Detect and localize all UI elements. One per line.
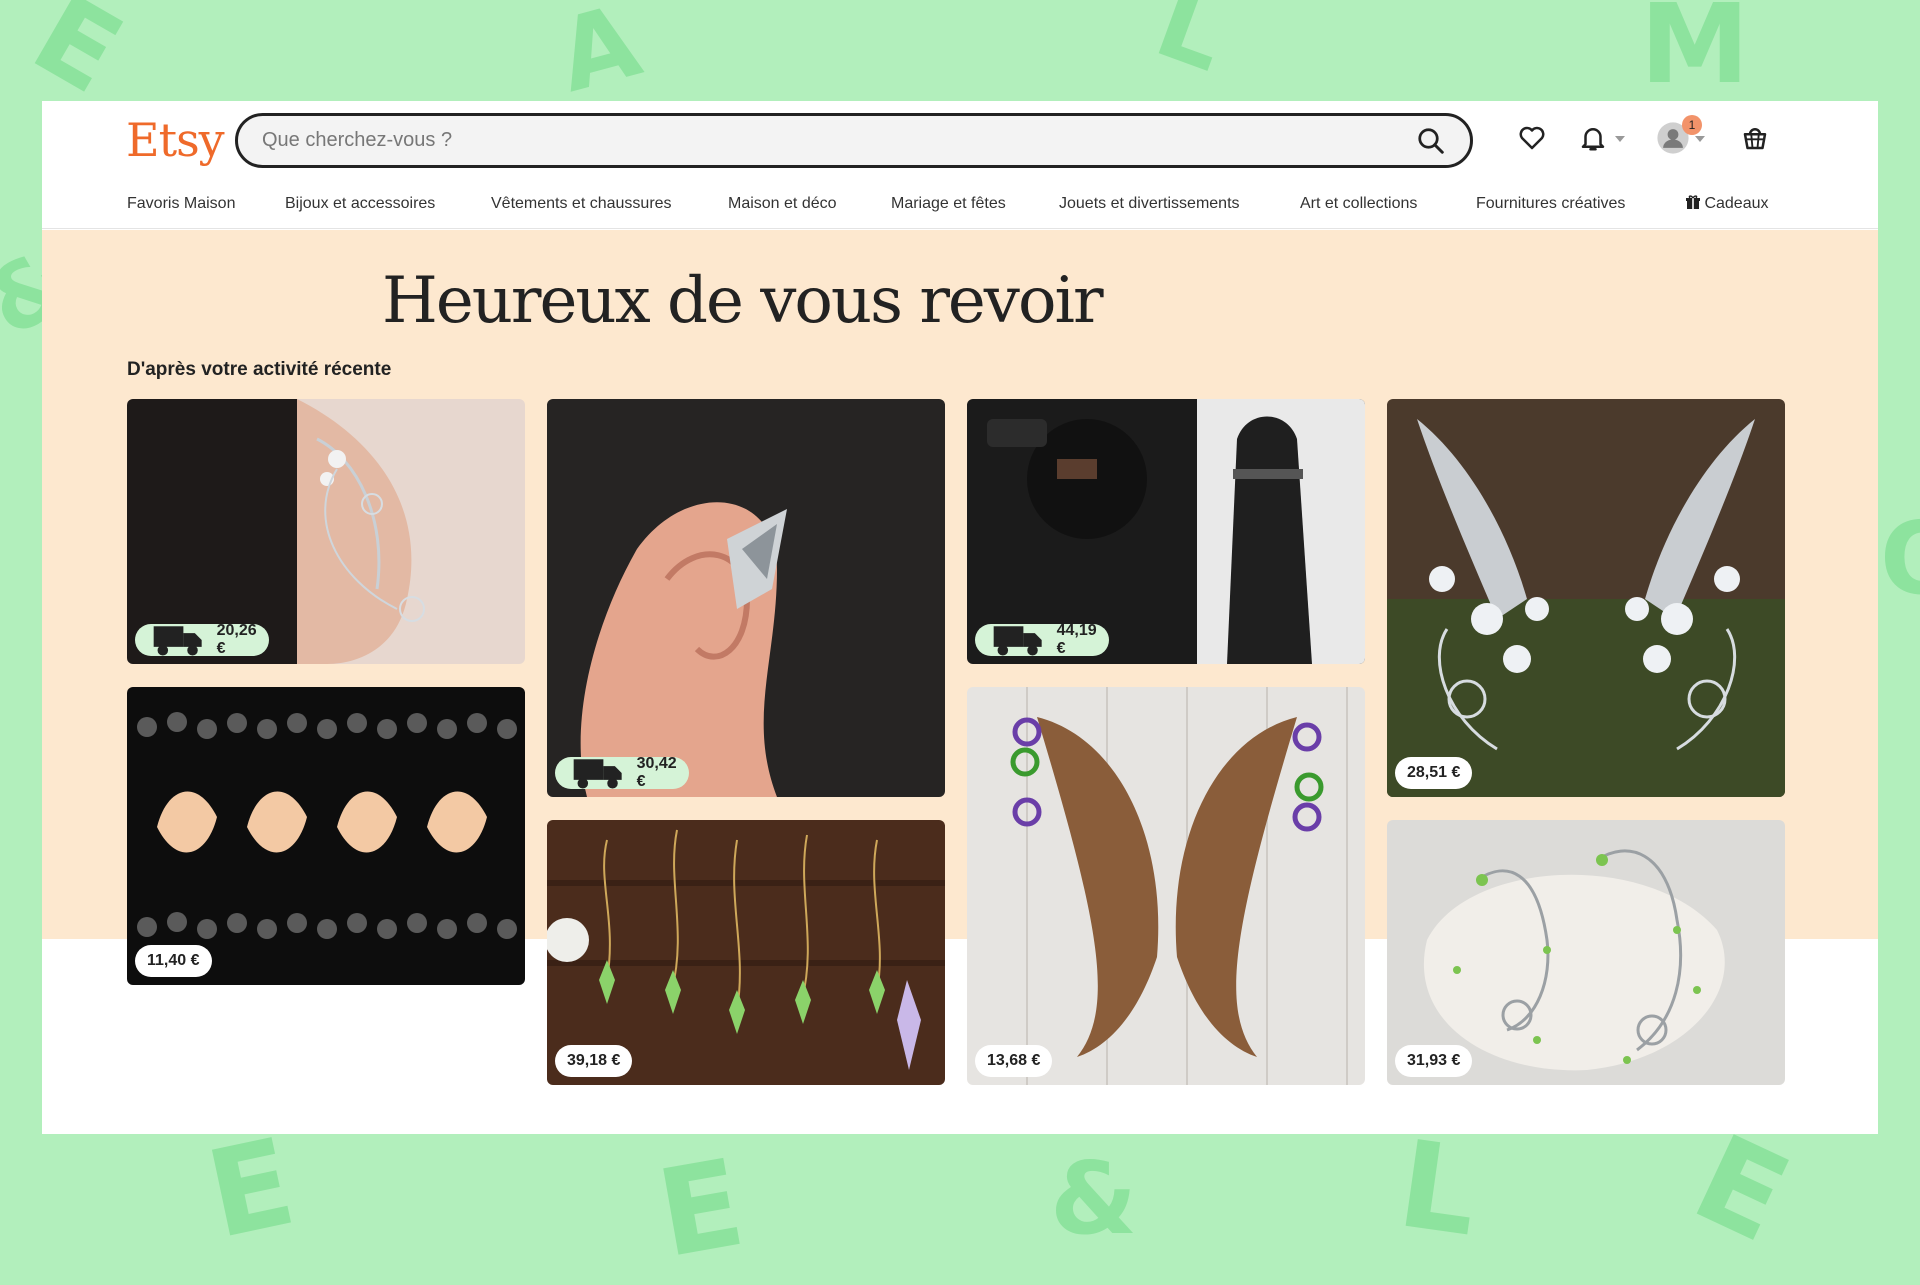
price-text: 13,68 € <box>987 1052 1041 1069</box>
basket-icon[interactable] <box>1740 123 1770 153</box>
listing-image <box>127 687 525 985</box>
browser-window: Etsy 1 <box>42 101 1878 1134</box>
nav-item-maison-deco[interactable]: Maison et déco <box>728 195 837 213</box>
nav-item-vetements[interactable]: Vêtements et chaussures <box>491 195 672 213</box>
background-pattern: L <box>1141 0 1242 95</box>
background-pattern: L <box>1390 1115 1486 1264</box>
price-text: 44,19 € <box>1056 622 1097 657</box>
price-badge: 44,19 € <box>975 622 1109 657</box>
background-pattern: E <box>648 1133 754 1285</box>
truck-icon <box>573 759 622 789</box>
listing-card[interactable]: 20,26 € <box>127 399 525 664</box>
listing-card[interactable]: 44,19 € <box>967 399 1365 664</box>
truck-icon <box>993 626 1042 656</box>
truck-icon <box>153 626 202 656</box>
search-input[interactable] <box>260 128 1416 153</box>
listing-image <box>547 399 945 797</box>
background-pattern: & <box>1050 1140 1138 1257</box>
price-text: 31,93 € <box>1407 1052 1461 1069</box>
category-nav: Favoris Maison Bijoux et accessoires Vêt… <box>42 181 1878 229</box>
bell-icon[interactable] <box>1578 123 1608 153</box>
price-text: 28,51 € <box>1407 764 1461 781</box>
nav-item-bijoux[interactable]: Bijoux et accessoires <box>285 195 435 213</box>
gift-icon <box>1686 195 1700 209</box>
background-pattern: O <box>1880 500 1920 617</box>
price-badge: 13,68 € <box>975 1045 1053 1077</box>
price-text: 30,42 € <box>636 755 677 790</box>
nav-item-fournitures[interactable]: Fournitures créatives <box>1476 195 1625 213</box>
nav-item-favoris-maison[interactable]: Favoris Maison <box>127 195 235 213</box>
listing-card[interactable]: 30,42 € <box>547 399 945 797</box>
listing-card[interactable]: 11,40 € <box>127 687 525 985</box>
chevron-down-icon[interactable] <box>1694 135 1706 143</box>
listing-card[interactable]: 13,68 € <box>967 687 1365 1085</box>
listing-card[interactable]: 39,18 € <box>547 820 945 1085</box>
etsy-logo[interactable]: Etsy <box>126 113 225 167</box>
price-text: 20,26 € <box>216 622 257 657</box>
nav-item-label: Cadeaux <box>1704 195 1769 212</box>
nav-item-cadeaux[interactable]: Cadeaux <box>1686 195 1769 213</box>
notification-badge: 1 <box>1682 115 1702 135</box>
price-badge: 39,18 € <box>555 1045 633 1077</box>
section-heading: D'après votre activité récente <box>127 359 392 380</box>
price-badge: 30,42 € <box>555 755 689 790</box>
search-icon[interactable] <box>1416 126 1446 156</box>
chevron-down-icon[interactable] <box>1614 135 1626 143</box>
nav-item-jouets[interactable]: Jouets et divertissements <box>1059 195 1240 213</box>
price-text: 11,40 € <box>147 952 200 969</box>
nav-item-mariage[interactable]: Mariage et fêtes <box>891 195 1006 213</box>
page-title: Heureux de vous revoir <box>382 264 1104 338</box>
search-bar[interactable] <box>235 113 1473 168</box>
listing-card[interactable]: 28,51 € <box>1387 399 1785 797</box>
price-text: 39,18 € <box>567 1052 621 1069</box>
price-badge: 20,26 € <box>135 622 269 657</box>
listing-image <box>1387 399 1785 797</box>
background-pattern: M <box>1640 0 1750 108</box>
listing-card[interactable]: 31,93 € <box>1387 820 1785 1085</box>
background-pattern: A <box>546 0 652 116</box>
price-badge: 28,51 € <box>1395 757 1473 789</box>
nav-item-art[interactable]: Art et collections <box>1300 195 1417 213</box>
price-badge: 11,40 € <box>135 945 212 977</box>
heart-icon[interactable] <box>1517 123 1547 153</box>
header: Etsy 1 <box>42 101 1878 181</box>
price-badge: 31,93 € <box>1395 1045 1473 1077</box>
listing-image <box>967 687 1365 1085</box>
background-pattern: E <box>196 1112 306 1267</box>
